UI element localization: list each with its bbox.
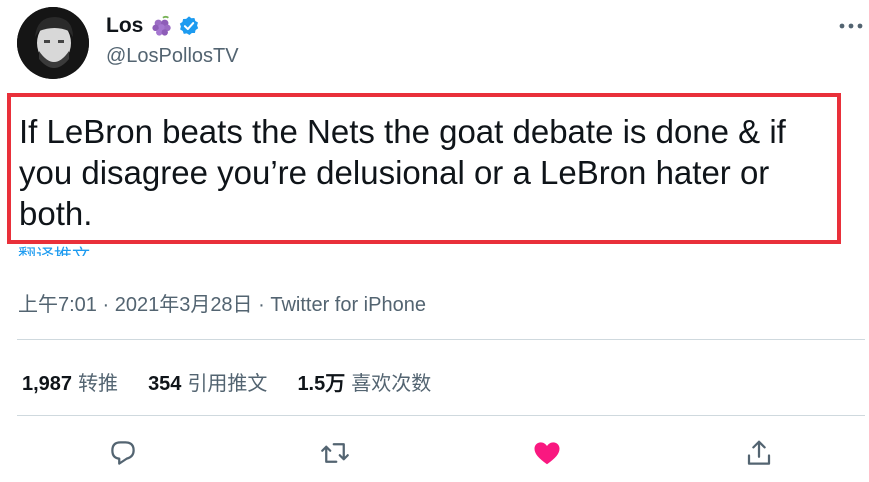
author-name-row[interactable]: Los bbox=[106, 14, 200, 38]
divider bbox=[17, 339, 865, 340]
verified-badge-icon bbox=[180, 16, 199, 35]
reply-icon[interactable] bbox=[108, 438, 138, 468]
tweet-metadata[interactable]: 上午7:01 · 2021年3月28日 · Twitter for iPhone bbox=[18, 288, 426, 317]
tweet-text-highlight: If LeBron beats the Nets the goat debate… bbox=[7, 93, 841, 244]
author-handle[interactable]: @LosPollosTV bbox=[106, 45, 239, 68]
retweet-icon[interactable] bbox=[320, 438, 350, 468]
like-label: 喜欢次数 bbox=[351, 373, 432, 395]
retweet-label: 转推 bbox=[78, 373, 119, 395]
quote-label: 引用推文 bbox=[187, 373, 268, 395]
divider bbox=[17, 415, 865, 416]
quote-count: 354 bbox=[148, 373, 182, 395]
retweet-stat[interactable]: 1,987 转推 bbox=[22, 367, 118, 396]
like-count: 1.5万 bbox=[297, 373, 346, 395]
grapes-icon bbox=[152, 15, 172, 36]
heart-icon[interactable] bbox=[532, 438, 562, 468]
share-icon[interactable] bbox=[744, 438, 774, 468]
engagement-stats: 1,987 转推 354 引用推文 1.5万 喜欢次数 bbox=[22, 367, 461, 396]
translate-link[interactable]: 翻译推文 bbox=[18, 236, 90, 256]
quote-stat[interactable]: 354 引用推文 bbox=[148, 367, 267, 396]
tweet-text: If LeBron beats the Nets the goat debate… bbox=[19, 113, 786, 232]
retweet-count: 1,987 bbox=[22, 373, 73, 395]
more-icon[interactable] bbox=[838, 16, 864, 36]
author-name[interactable]: Los bbox=[106, 14, 143, 38]
like-stat[interactable]: 1.5万 喜欢次数 bbox=[297, 367, 431, 396]
action-bar bbox=[0, 438, 869, 470]
avatar[interactable] bbox=[17, 7, 89, 79]
